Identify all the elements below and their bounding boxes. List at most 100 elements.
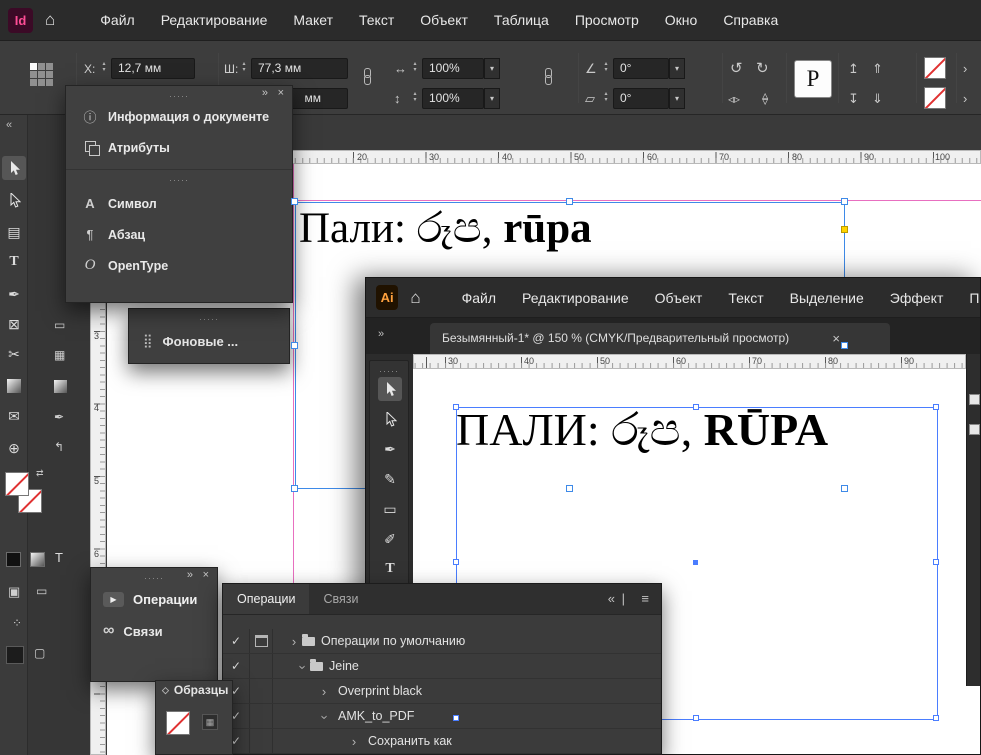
- action-row[interactable]: ✓ › Сохранить как: [223, 729, 661, 754]
- shear-angle-field[interactable]: 0°: [613, 88, 669, 109]
- action-check-cell[interactable]: ✓: [223, 629, 250, 653]
- action-label[interactable]: Overprint black: [338, 684, 422, 698]
- flyout-item-opentype[interactable]: O OpenType: [66, 250, 292, 281]
- proxy-cell[interactable]: [38, 63, 45, 70]
- flyout-item-paragraph[interactable]: ¶ Абзац: [66, 219, 292, 250]
- rotation-stepper[interactable]: ▴▾: [601, 61, 611, 73]
- dock-panel-stroke-icon[interactable]: ▭: [54, 318, 65, 332]
- flyout-item-document-info[interactable]: ⓘ Информация о документе: [66, 101, 292, 132]
- none-swatch[interactable]: [166, 711, 190, 735]
- expander-icon[interactable]: ›: [348, 734, 360, 749]
- proxy-cell[interactable]: [30, 79, 37, 86]
- stroke-none-swatch[interactable]: [924, 87, 946, 109]
- expander-icon[interactable]: ›: [317, 711, 332, 723]
- rotate-cw-button[interactable]: ↻: [756, 61, 769, 77]
- collapsed-panel-icon[interactable]: [969, 424, 980, 435]
- corner-options-yellow-handle[interactable]: [841, 226, 848, 233]
- ai-center-point[interactable]: [693, 560, 698, 565]
- constrain-dimensions-icon[interactable]: [362, 68, 372, 85]
- panel-collapse-icon[interactable]: «: [608, 584, 615, 614]
- illustrator-app-icon[interactable]: Ai: [376, 285, 398, 310]
- document-text[interactable]: Пали: රූප, rūpa: [299, 204, 592, 253]
- ai-pen-tool-icon[interactable]: ✒: [378, 437, 402, 461]
- ai-menu-select[interactable]: Выделение: [777, 278, 877, 318]
- flip-vertical-button[interactable]: ◃▹: [758, 93, 774, 105]
- action-dialog-cell[interactable]: [250, 704, 273, 728]
- ai-handle-top-center[interactable]: [693, 404, 699, 410]
- swatch-options-button[interactable]: ▦: [202, 714, 218, 730]
- menu-edit[interactable]: Редактирование: [148, 0, 281, 40]
- expander-icon[interactable]: ›: [318, 684, 330, 699]
- swatches-panel-header[interactable]: ◇ Образцы: [156, 681, 232, 699]
- frame-handle-top-right[interactable]: [841, 198, 848, 205]
- ai-horizontal-ruler[interactable]: 30 40 50 60 70 80 90: [413, 354, 966, 369]
- action-dialog-cell[interactable]: [250, 679, 273, 703]
- fill-none-swatch[interactable]: [924, 57, 946, 79]
- flyout-item-character[interactable]: A Символ: [66, 188, 292, 219]
- menu-view[interactable]: Просмотр: [562, 0, 652, 40]
- scale-y-field[interactable]: 100%: [422, 88, 484, 109]
- action-check-cell[interactable]: ✓: [223, 654, 250, 678]
- menu-object[interactable]: Объект: [407, 0, 481, 40]
- action-dialog-cell[interactable]: [250, 654, 273, 678]
- width-stepper[interactable]: ▴▾: [239, 61, 249, 73]
- scale-x-field[interactable]: 100%: [422, 58, 484, 79]
- ai-menu-edit[interactable]: Редактирование: [509, 278, 642, 318]
- ai-handle-top-right[interactable]: [933, 404, 939, 410]
- type-tool-icon[interactable]: T: [2, 250, 26, 274]
- scale-x-stepper[interactable]: ▴▾: [410, 61, 420, 73]
- rectangle-frame-tool-icon[interactable]: ⊠: [2, 312, 26, 336]
- drag-handle-dots[interactable]: ·····: [169, 91, 189, 101]
- action-row[interactable]: ✓ › Операции по умолчанию: [223, 629, 661, 654]
- ai-menu-file[interactable]: Файл: [449, 278, 509, 318]
- frame-handle-top-left[interactable]: [291, 198, 298, 205]
- proxy-cell[interactable]: [46, 63, 53, 70]
- ai-curvature-tool-icon[interactable]: ✎: [378, 467, 402, 491]
- ai-handle-bottom-left[interactable]: [453, 715, 459, 721]
- dock-panel-swatches-icon[interactable]: ▦: [54, 348, 65, 362]
- panel-expander-icon[interactable]: ◇: [162, 685, 169, 696]
- formatting-affects-container-icon[interactable]: ▣: [8, 584, 20, 600]
- popup-item-links[interactable]: ∞ Связи: [91, 615, 217, 647]
- action-dialog-cell[interactable]: [250, 729, 273, 753]
- fill-color-swatch[interactable]: [5, 472, 29, 496]
- panel-expand-icon[interactable]: »: [262, 87, 268, 100]
- scissors-tool-icon[interactable]: ✂: [2, 342, 26, 366]
- overflow-chevron[interactable]: ›: [963, 91, 967, 107]
- frame-handle-top-center[interactable]: [566, 198, 573, 205]
- proxy-cell[interactable]: [30, 63, 37, 70]
- page-tool-icon[interactable]: ▤: [2, 220, 26, 244]
- ai-handle-top-left[interactable]: [453, 404, 459, 410]
- ai-handle-bottom-center[interactable]: [693, 715, 699, 721]
- indesign-app-icon[interactable]: Id: [8, 8, 33, 33]
- tab-links[interactable]: Связи: [309, 584, 372, 614]
- ai-handle-mid-right[interactable]: [933, 559, 939, 565]
- flyout-item-attributes[interactable]: Атрибуты: [66, 132, 292, 163]
- distribute-up-icon[interactable]: ⇑: [872, 61, 883, 77]
- tab-close-icon[interactable]: ×: [832, 323, 840, 354]
- reference-point-proxy[interactable]: [30, 63, 53, 86]
- pen-tool-icon[interactable]: ✒: [2, 282, 26, 306]
- rotation-dropdown[interactable]: ▾: [669, 58, 685, 79]
- drag-handle-dots[interactable]: ·····: [144, 573, 164, 583]
- proxy-cell[interactable]: [46, 71, 53, 78]
- ai-handle-bottom-right[interactable]: [933, 715, 939, 721]
- direct-selection-tool-icon[interactable]: [2, 188, 26, 212]
- home-icon[interactable]: ⌂: [410, 288, 420, 308]
- apply-color-button[interactable]: [6, 552, 21, 567]
- action-label[interactable]: Jeine: [329, 659, 359, 673]
- shear-dropdown[interactable]: ▾: [669, 88, 685, 109]
- overflow-chevron[interactable]: ›: [963, 61, 967, 77]
- dots-icon[interactable]: ⁘: [12, 616, 22, 630]
- zoom-tool-icon[interactable]: ⊕: [2, 436, 26, 460]
- formatting-affects-text-icon[interactable]: T: [55, 550, 63, 565]
- x-stepper[interactable]: ▴▾: [99, 61, 109, 73]
- note-tool-icon[interactable]: ✉: [2, 404, 26, 428]
- dialog-toggle-icon[interactable]: [255, 635, 268, 647]
- ai-selection-tool-icon[interactable]: [378, 377, 402, 401]
- dock-panel-gradient-icon[interactable]: [54, 380, 67, 393]
- menu-window[interactable]: Окно: [652, 0, 711, 40]
- ai-paintbrush-tool-icon[interactable]: ✐: [378, 527, 402, 551]
- distribute-down-icon[interactable]: ⇓: [872, 91, 883, 107]
- x-field[interactable]: 12,7 мм: [111, 58, 195, 79]
